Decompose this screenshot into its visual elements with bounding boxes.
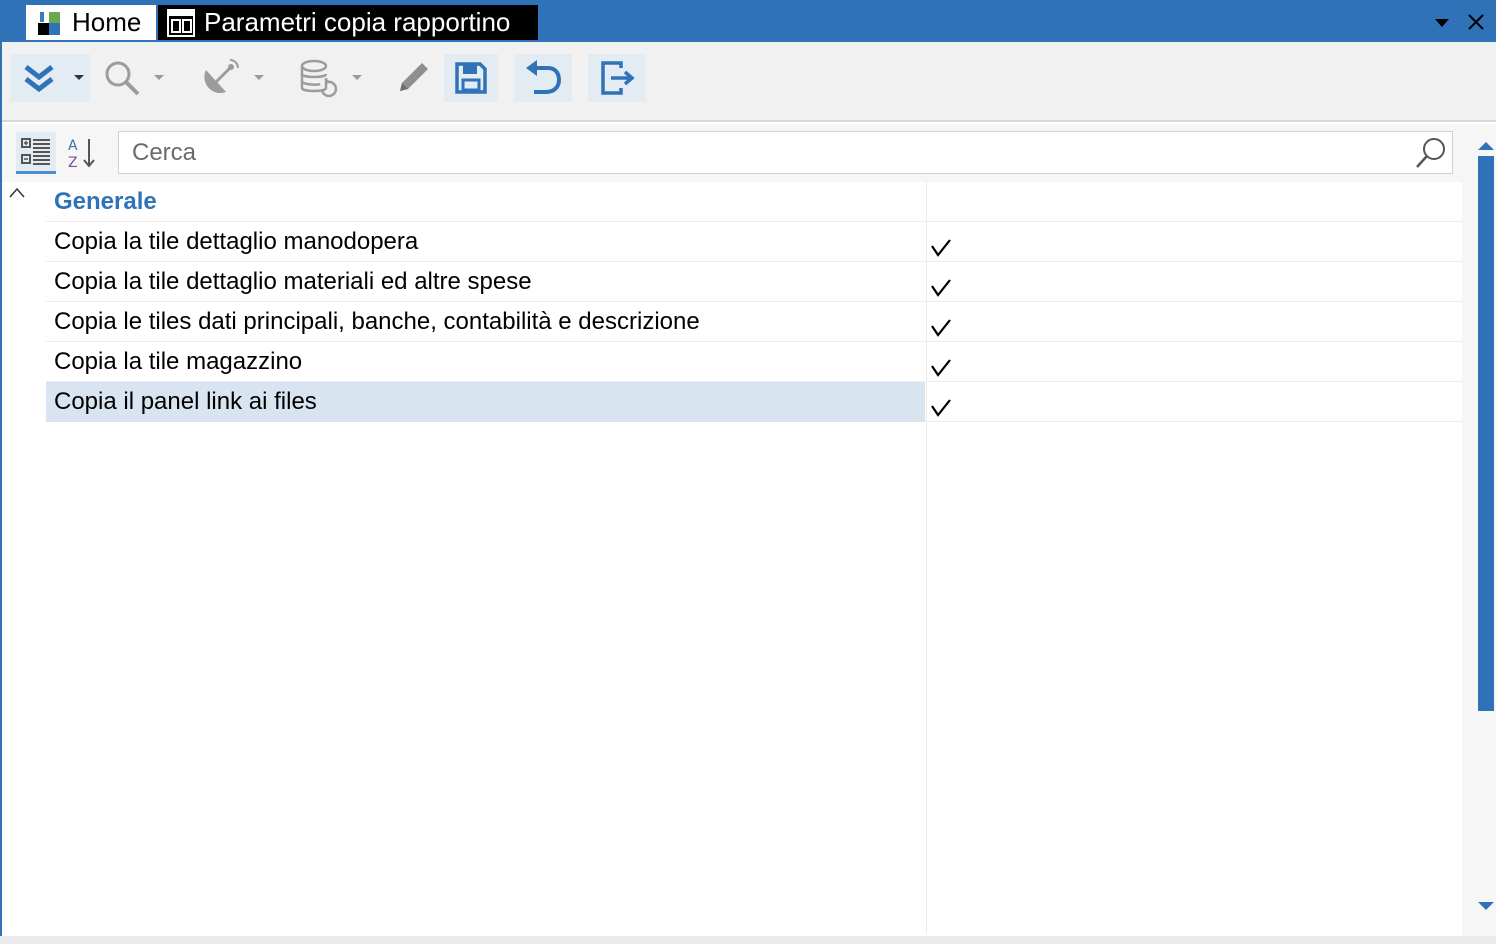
search-input[interactable] [119,132,1399,173]
close-icon [1468,14,1484,30]
pencil-icon [400,63,428,91]
checkmark-icon[interactable] [930,396,954,420]
scrollbar-thumb[interactable] [1478,156,1494,711]
tab-list-dropdown-button[interactable] [1428,8,1456,36]
floppy-disk-icon [455,62,487,94]
tab-home[interactable]: Home [26,5,156,40]
title-bar: Home Parametri copia rapportino [0,0,1496,944]
exit-door-icon [601,61,635,95]
form-window-icon [167,8,195,37]
property-grid: Generale Copia la tile dettaglio manodop… [2,182,1462,934]
undo-button[interactable] [514,54,572,102]
edit-button[interactable] [390,54,436,102]
dropdown-caret-icon [254,75,264,80]
property-row[interactable]: Copia le tiles dati principali, banche, … [46,302,1462,342]
scroll-down-arrow-icon[interactable] [1478,902,1494,910]
property-row[interactable]: Copia la tile magazzino [46,342,1462,382]
close-tab-button[interactable] [1462,8,1490,36]
database-refresh-icon [300,59,338,98]
satellite-button[interactable] [196,54,270,102]
property-row-selected[interactable]: Copia il panel link ai files [46,382,1462,422]
vertical-scrollbar[interactable] [1462,124,1496,936]
search-box [118,131,1453,174]
dropdown-arrow-icon [1435,19,1449,27]
property-row[interactable]: Copia la tile dettaglio manodopera [46,222,1462,262]
property-label: Copia il panel link ai files [46,382,925,422]
categorized-view-button[interactable] [16,132,56,174]
property-label: Copia la tile dettaglio materiali ed alt… [54,268,532,295]
database-button[interactable] [294,54,368,102]
alphabetical-view-button[interactable]: A Z [62,132,102,174]
app-logo-icon [34,7,64,38]
dropdown-caret-icon [74,75,84,80]
exit-button[interactable] [588,54,646,102]
double-chevron-down-icon [24,65,54,93]
undo-arrow-icon [526,60,562,94]
categorized-list-icon [21,137,50,165]
dropdown-caret-icon [352,75,362,80]
property-label: Copia la tile dettaglio manodopera [54,228,419,255]
checkmark-icon[interactable] [930,236,954,260]
scroll-up-arrow-icon[interactable] [1478,142,1494,150]
satellite-dish-icon [204,59,239,94]
svg-text:Z: Z [68,155,78,171]
search-icon[interactable] [1414,136,1448,170]
tab-home-label: Home [72,7,142,37]
sort-az-icon: A Z [68,138,95,171]
search-button[interactable] [98,54,170,102]
property-row[interactable]: Copia la tile dettaglio materiali ed alt… [46,262,1462,302]
category-row[interactable]: Generale [46,182,1462,222]
property-label: Copia le tiles dati principali, banche, … [54,308,700,335]
category-label: Generale [54,188,157,215]
svg-text:A: A [68,138,78,154]
checkmark-icon[interactable] [930,276,954,300]
bottom-border [0,936,1496,944]
collapse-chevron-icon[interactable] [8,186,26,200]
tab-parametri-copia-rapportino[interactable]: Parametri copia rapportino [158,5,538,40]
tab-parametri-label: Parametri copia rapportino [204,7,511,37]
property-label: Copia la tile magazzino [54,348,303,375]
save-button[interactable] [444,54,498,102]
toolbar [2,42,1496,122]
dropdown-caret-icon [154,75,164,80]
checkmark-icon[interactable] [930,316,954,340]
magnifier-icon [105,61,140,96]
checkmark-icon[interactable] [930,356,954,380]
expand-menu-button[interactable] [10,54,90,102]
